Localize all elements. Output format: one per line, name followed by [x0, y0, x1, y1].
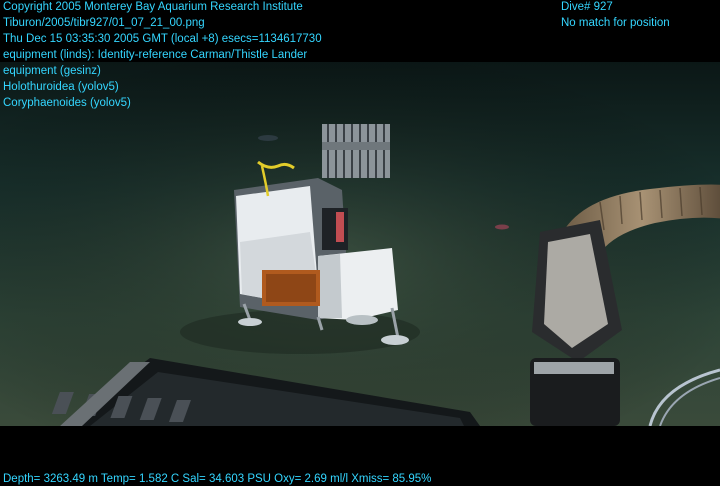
sampler-carousel — [322, 124, 390, 178]
copyright-text: Copyright 2005 Monterey Bay Aquarium Res… — [3, 1, 303, 13]
video-frame: Copyright 2005 Monterey Bay Aquarium Res… — [0, 0, 720, 486]
equipment-gesinz-text: equipment (gesinz) — [3, 65, 101, 77]
image-path-text: Tiburon/2005/tibr927/01_07_21_00.png — [3, 17, 205, 29]
position-status-text: No match for position — [561, 17, 670, 29]
timestamp-text: Thu Dec 15 03:35:30 2005 GMT (local +8) … — [3, 33, 322, 45]
coryphaenoides-mark — [258, 135, 278, 141]
holothuroidea-label: Holothuroidea (yolov5) — [3, 81, 119, 93]
equipment-linds-text: equipment (linds): Identity-reference Ca… — [3, 49, 308, 61]
sensor-readout: Depth= 3263.49 m Temp= 1.582 C Sal= 34.6… — [3, 473, 432, 485]
overlay-top-left: Copyright 2005 Monterey Bay Aquarium Res… — [3, 0, 322, 111]
dive-number-text: Dive# 927 — [561, 1, 613, 13]
holothuroidea-mark — [495, 224, 509, 230]
coryphaenoides-label: Coryphaenoides (yolov5) — [3, 97, 131, 109]
seafloor-scene — [0, 62, 720, 426]
overlay-top-right: Dive# 927 No match for position — [561, 0, 670, 31]
